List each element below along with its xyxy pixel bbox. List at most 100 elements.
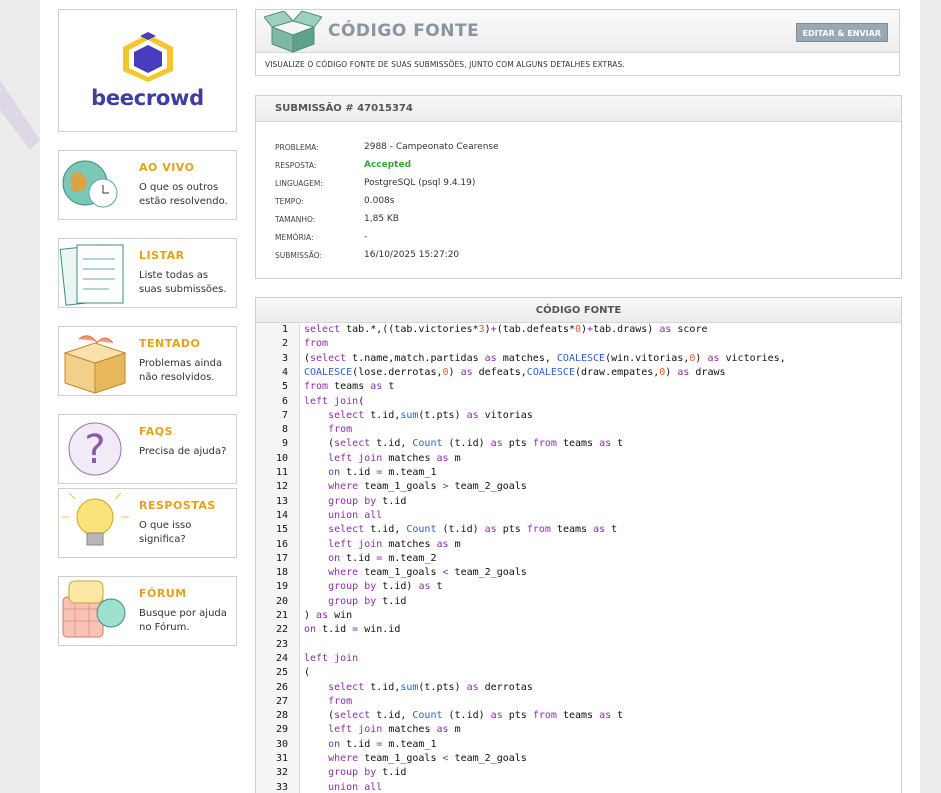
code-line: on t.id = m.team_2 — [328, 552, 437, 564]
line-number: 24 — [275, 652, 288, 664]
code-line: left join matches as m — [328, 538, 461, 550]
sidebar-item-description: O que isso significa? — [139, 520, 192, 545]
code-line: union all — [328, 509, 383, 521]
line-number: 19 — [275, 581, 288, 593]
sidebar-item-faqs[interactable]: ? FAQS Precisa de ajuda? — [58, 414, 237, 484]
code-line: from — [304, 338, 329, 350]
line-number: 18 — [275, 567, 288, 579]
line-number: 25 — [275, 667, 288, 679]
field-label: LINGUAGEM: — [275, 178, 323, 188]
field-label: SUBMISSÃO: — [275, 250, 323, 260]
line-number: 4 — [281, 366, 288, 378]
line-number: 16 — [275, 538, 288, 550]
code-line: (select t.id, Count (t.id) as pts from t… — [304, 438, 624, 450]
hexagon-logo-icon — [122, 31, 173, 82]
field-label: TAMANHO: — [275, 214, 316, 224]
code-line: (select t.id, Count (t.id) as pts from t… — [304, 710, 624, 722]
code-line: on t.id = win.id — [304, 624, 401, 636]
code-line: left join matches as m — [328, 452, 461, 464]
field-value: Accepted — [364, 160, 412, 170]
line-number: 31 — [275, 753, 288, 764]
code-line: where team_1_goals > team_2_goals — [328, 481, 527, 493]
line-number: 7 — [281, 409, 288, 421]
line-number: 23 — [275, 638, 288, 650]
code-line: union all — [328, 781, 383, 793]
field-value: PostgreSQL (psql 9.4.19) — [364, 178, 476, 188]
sidebar-item-description: Problemas ainda não resolvidos. — [139, 358, 223, 383]
background-decoration — [0, 80, 40, 150]
submission-field: TEMPO: 0.008s — [275, 192, 499, 210]
source-code-panel: CÓDIGO FONTE 1 2 3 4 5 6 7 8 9 10 11 12 13 14 15 16 17 18… — [255, 297, 902, 793]
open-box-icon — [264, 11, 322, 53]
code-line: left join( — [304, 395, 365, 407]
line-number: 10 — [275, 452, 288, 464]
submission-heading: SUBMISSÃO # 47015374 — [256, 96, 901, 122]
submission-field: LINGUAGEM: PostgreSQL (psql 9.4.19) — [275, 174, 499, 192]
code-line: (select t.name,match.partidas as matches… — [304, 352, 786, 364]
code-line: from — [328, 695, 353, 707]
field-value: 0.008s — [364, 196, 395, 206]
field-value: - — [364, 232, 368, 242]
line-number: 15 — [275, 524, 288, 536]
sidebar-item-title: LISTAR — [139, 249, 185, 262]
code-line: select t.id,sum(t.pts) as vitorias — [328, 409, 533, 421]
code-line: group by t.id) as t — [328, 581, 443, 593]
code-line: where team_1_goals < team_2_goals — [328, 567, 527, 579]
line-number: 21 — [275, 610, 288, 621]
sidebar-item-forum[interactable]: FÓRUM Busque por ajuda no Fórum. — [58, 576, 237, 646]
line-number: 14 — [275, 509, 288, 521]
code-line: left join — [304, 652, 359, 664]
line-number: 2 — [281, 338, 288, 350]
sidebar-item-respostas[interactable]: RESPOSTAS O que isso significa? — [58, 488, 237, 558]
sidebar-item-listar[interactable]: LISTAR Liste todas as suas submissões. — [58, 238, 237, 308]
line-number: 27 — [275, 695, 288, 707]
field-label: PROBLEMA: — [275, 142, 319, 152]
code-line: select t.id, Count (t.id) as pts from te… — [328, 524, 618, 536]
code-viewer[interactable]: 1 2 3 4 5 6 7 8 9 10 11 12 13 14 15 16 17 18 19 20 21 22 23 24 2… — [256, 323, 901, 793]
line-number: 28 — [275, 710, 288, 722]
line-number: 29 — [275, 724, 288, 736]
line-numbers: 1 2 3 4 5 6 7 8 9 10 11 12 13 14 15 16 17 18 19 20 21 22 23 24 2… — [256, 323, 300, 793]
submission-details: SUBMISSÃO # 47015374 PROBLEMA: 2988 - Cam… — [255, 95, 902, 279]
line-number: 1 — [281, 324, 288, 335]
code-line: group by t.id — [328, 595, 407, 607]
code-line: group by t.id — [328, 495, 407, 507]
code-line: on t.id = m.team_1 — [328, 738, 437, 750]
line-number: 11 — [275, 467, 288, 478]
page: beecrowd AO VIVO O que os outros estão re… — [40, 0, 920, 793]
field-label: TEMPO: — [275, 196, 304, 206]
source-code-header: CÓDIGO FONTE EDITAR & ENVIAR VISUALIZE O… — [255, 9, 900, 76]
speech-bubbles-icon — [62, 580, 126, 638]
sidebar-item-description: Busque por ajuda no Fórum. — [139, 608, 227, 633]
field-label: MEMÓRIA: — [275, 232, 314, 242]
page-subtitle: VISUALIZE O CÓDIGO FONTE DE SUAS SUBMISS… — [265, 60, 625, 69]
problem-link[interactable]: 2988 - Campeonato Cearense — [364, 142, 499, 152]
line-number: 5 — [281, 381, 288, 393]
line-number: 20 — [275, 595, 288, 607]
code-line: ) as win — [304, 610, 353, 621]
sidebar-item-ao-vivo[interactable]: AO VIVO O que os outros estão resolvendo. — [58, 150, 237, 220]
code-line: COALESCE(lose.derrotas,0) as defeats,COA… — [304, 366, 726, 378]
code-line: select tab.*,((tab.victories*3)+(tab.def… — [304, 324, 708, 335]
line-number: 3 — [281, 352, 288, 364]
clipboard-list-icon — [59, 244, 124, 306]
line-number: 22 — [275, 624, 288, 636]
submission-field: SUBMISSÃO: 16/10/2025 15:27:20 — [275, 246, 499, 264]
svg-text:?: ? — [84, 427, 105, 473]
sidebar-item-tentado[interactable]: TENTADO Problemas ainda não resolvidos. — [58, 326, 237, 396]
question-mark-icon: ? — [68, 422, 122, 476]
sidebar-item-title: FÓRUM — [139, 587, 187, 600]
line-number: 8 — [281, 424, 288, 436]
line-number: 17 — [275, 552, 288, 564]
submission-field: TAMANHO: 1,85 KB — [275, 210, 499, 228]
beecrowd-logo[interactable]: beecrowd — [58, 9, 237, 132]
field-value: 16/10/2025 15:27:20 — [364, 250, 460, 260]
sidebar-item-title: AO VIVO — [139, 161, 195, 174]
code-heading: CÓDIGO FONTE — [256, 298, 901, 323]
edit-submit-button[interactable]: EDITAR & ENVIAR — [795, 23, 888, 42]
line-number: 6 — [281, 395, 288, 407]
code-line: group by t.id — [328, 767, 407, 779]
code-line: from teams as t — [304, 381, 395, 393]
submission-field: PROBLEMA: 2988 - Campeonato Cearense — [275, 138, 499, 156]
page-title: CÓDIGO FONTE — [328, 21, 480, 41]
